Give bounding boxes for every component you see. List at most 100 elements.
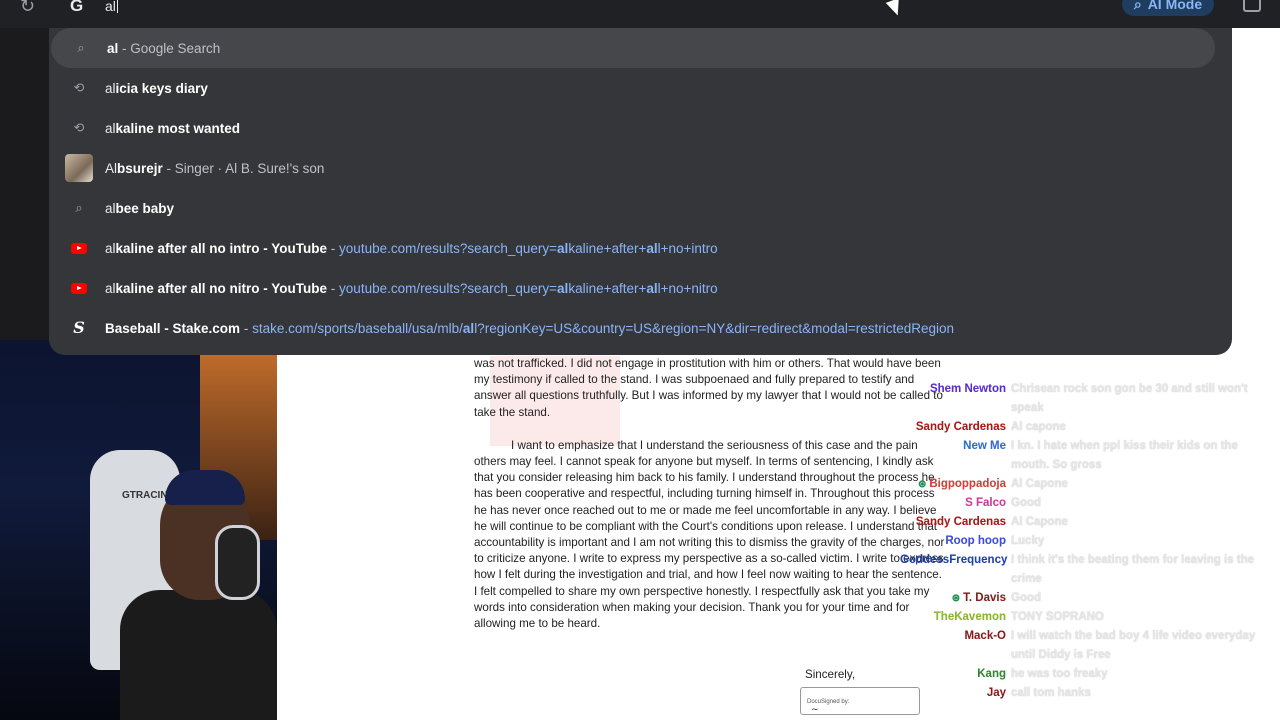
member-badge-icon: ⊛ <box>917 479 927 490</box>
chat-text: call tom hanks <box>1011 687 1091 699</box>
chat-username-text: Roop hoop <box>945 535 1006 547</box>
chat-message: S Falco Good <box>900 494 1280 513</box>
chat-username[interactable]: Shem Newton <box>900 380 1011 418</box>
member-badge-icon: ⊛ <box>951 593 961 604</box>
letter-closing: Sincerely, <box>805 668 856 681</box>
chat-message: Kang he was too freaky <box>900 665 1280 684</box>
chat-username-text: GoddessFrequency <box>900 554 1008 566</box>
chat-username-text: Sandy Cardenas <box>915 421 1006 433</box>
chat-text: Al capone <box>1011 421 1066 433</box>
streamer-body <box>120 590 277 720</box>
suggestion-description: - Singer · Al B. Sure!'s son <box>162 160 325 176</box>
suggestion-url: youtube.com/results?search_query=alkalin… <box>339 241 718 256</box>
url-match: al <box>462 320 475 336</box>
suggestion-completion: kaline after all no nitro - YouTube <box>115 280 328 296</box>
ai-mode-label: AI Mode <box>1147 0 1203 12</box>
url-prefix: stake.com/sports/baseball/usa/mlb/ <box>252 320 463 336</box>
page-background-left <box>0 28 49 340</box>
chat-username[interactable]: Jay <box>900 684 1011 703</box>
suggestion-text: alkaline after all no intro - YouTube - … <box>105 241 718 256</box>
suggestion-row[interactable]: ⟲ alkaline most wanted <box>49 108 1232 148</box>
entity-thumbnail <box>65 154 93 182</box>
suggestion-row[interactable]: S Baseball - Stake.com - stake.com/sports… <box>49 308 1232 348</box>
youtube-icon <box>65 234 93 262</box>
chat-username[interactable]: S Falco <box>900 494 1011 513</box>
omnibox-suggestions: ⌕ al - Google Search ⟲ alicia keys diary ⟲ al… <box>49 28 1232 355</box>
chat-username-text: S Falco <box>965 497 1006 509</box>
suggestion-row[interactable]: ⟲ alicia keys diary <box>49 68 1232 108</box>
url-suffix: l?regionKey=US&country=US&region=NY&dir=… <box>474 320 955 336</box>
suggestion-description: - Google Search <box>118 40 221 56</box>
chat-username-text: Sandy Cardenas <box>915 516 1006 528</box>
suggestion-text: Albsurejr - Singer · Al B. Sure!'s son <box>105 161 324 176</box>
suggestion-completion: kaline most wanted <box>115 120 241 136</box>
chat-message: TheKavemon TONY SOPRANO <box>900 608 1280 627</box>
screen: ↻ G al ⌕ AI Mode was not trafficked. I d… <box>0 0 1280 720</box>
suggestion-completion: bee baby <box>115 200 175 216</box>
chat-text: Chrisean rock son gon be 30 and still wo… <box>1011 383 1248 414</box>
search-icon: ⌕ <box>1133 0 1142 12</box>
chat-username[interactable]: ⊛ Bigpoppadoja <box>900 475 1011 494</box>
history-icon: ⟲ <box>73 80 85 95</box>
suggestion-row[interactable]: ⌕ al - Google Search <box>51 28 1215 68</box>
url-match: al <box>557 240 569 256</box>
history-icon: ⟲ <box>73 120 85 135</box>
chat-username-text: Mack-O <box>964 630 1006 642</box>
chat-message: ⊛ Bigpoppadoja Al Capone <box>900 475 1280 494</box>
suggestion-description: - <box>240 320 253 336</box>
url-middle: kaline+after+ <box>568 240 647 256</box>
chat-text: I kn. I hate when ppl kiss their kids on… <box>1011 440 1238 471</box>
chat-message: ⊛ T. Davis Good <box>900 589 1280 608</box>
chat-username-text: Jay <box>986 687 1006 699</box>
ai-mode-button[interactable]: ⌕ AI Mode <box>1122 0 1214 16</box>
chat-text: he was too freaky <box>1011 668 1108 680</box>
url-prefix: youtube.com/results?search_query= <box>339 280 558 296</box>
chat-text: Good <box>1011 592 1042 604</box>
chat-message: Shem Newton Chrisean rock son gon be 30 a… <box>900 380 1280 418</box>
chat-message: Mack-O I will watch the bad boy 4 life vi… <box>900 627 1280 665</box>
suggestion-row[interactable]: alkaline after all no intro - YouTube - … <box>49 228 1232 268</box>
suggestion-match: al <box>107 40 119 56</box>
suggestion-row[interactable]: alkaline after all no nitro - YouTube - … <box>49 268 1232 308</box>
chat-username-text: TheKavemon <box>933 611 1006 623</box>
chat-username[interactable]: GoddessFrequency <box>900 551 1011 589</box>
chat-username[interactable]: ⊛ T. Davis <box>900 589 1011 608</box>
chat-username[interactable]: Roop hoop <box>900 532 1011 551</box>
suggestion-match: al <box>105 280 116 296</box>
chat-text: Al Capone <box>1011 516 1068 528</box>
chat-message: Jay call tom hanks <box>900 684 1280 703</box>
chat-message: Sandy Cardenas Al capone <box>900 418 1280 437</box>
suggestion-description: - <box>327 240 340 256</box>
suggestion-match: al <box>105 200 116 216</box>
chat-username[interactable]: Sandy Cardenas <box>900 418 1011 437</box>
suggestion-completion: kaline after all no intro - YouTube <box>115 240 328 256</box>
url-prefix: youtube.com/results?search_query= <box>339 240 558 256</box>
chat-username-text: Shem Newton <box>929 383 1006 395</box>
search-icon: ⌕ <box>77 40 85 55</box>
chat-text: I think it's the beating them for leavin… <box>1011 554 1254 585</box>
suggestion-row[interactable]: ⌕ albee baby <box>49 188 1232 228</box>
chat-username[interactable]: New Me <box>900 437 1011 475</box>
suggestion-description: - <box>327 280 340 296</box>
chat-username[interactable]: Sandy Cardenas <box>900 513 1011 532</box>
chat-username[interactable]: Mack-O <box>900 627 1011 665</box>
letter-paragraph-1: was not trafficked. I did not engage in … <box>474 357 943 419</box>
chat-username[interactable]: Kang <box>900 665 1011 684</box>
youtube-icon <box>65 274 93 302</box>
chat-username[interactable]: TheKavemon <box>900 608 1011 627</box>
browser-toolbar: ↻ G al ⌕ AI Mode <box>0 0 1280 28</box>
streamer-cap <box>165 470 245 505</box>
suggestion-match: al <box>105 120 116 136</box>
chat-message: Sandy Cardenas Al Capone <box>900 513 1280 532</box>
reload-icon[interactable]: ↻ <box>20 0 35 17</box>
suggestion-row[interactable]: Albsurejr - Singer · Al B. Sure!'s son <box>49 148 1232 188</box>
chat-username-text: Kang <box>977 668 1006 680</box>
omnibox-input[interactable]: al <box>105 0 118 14</box>
suggestion-url: youtube.com/results?search_query=alkalin… <box>339 281 718 296</box>
url-middle: kaline+after+ <box>568 280 647 296</box>
omnibox-query: al <box>105 0 116 14</box>
extensions-icon[interactable] <box>1243 0 1261 12</box>
letter-document: was not trafficked. I did not engage in … <box>474 356 946 715</box>
chat-message: GoddessFrequency I think it's the beating… <box>900 551 1280 589</box>
google-icon: G <box>70 0 84 15</box>
